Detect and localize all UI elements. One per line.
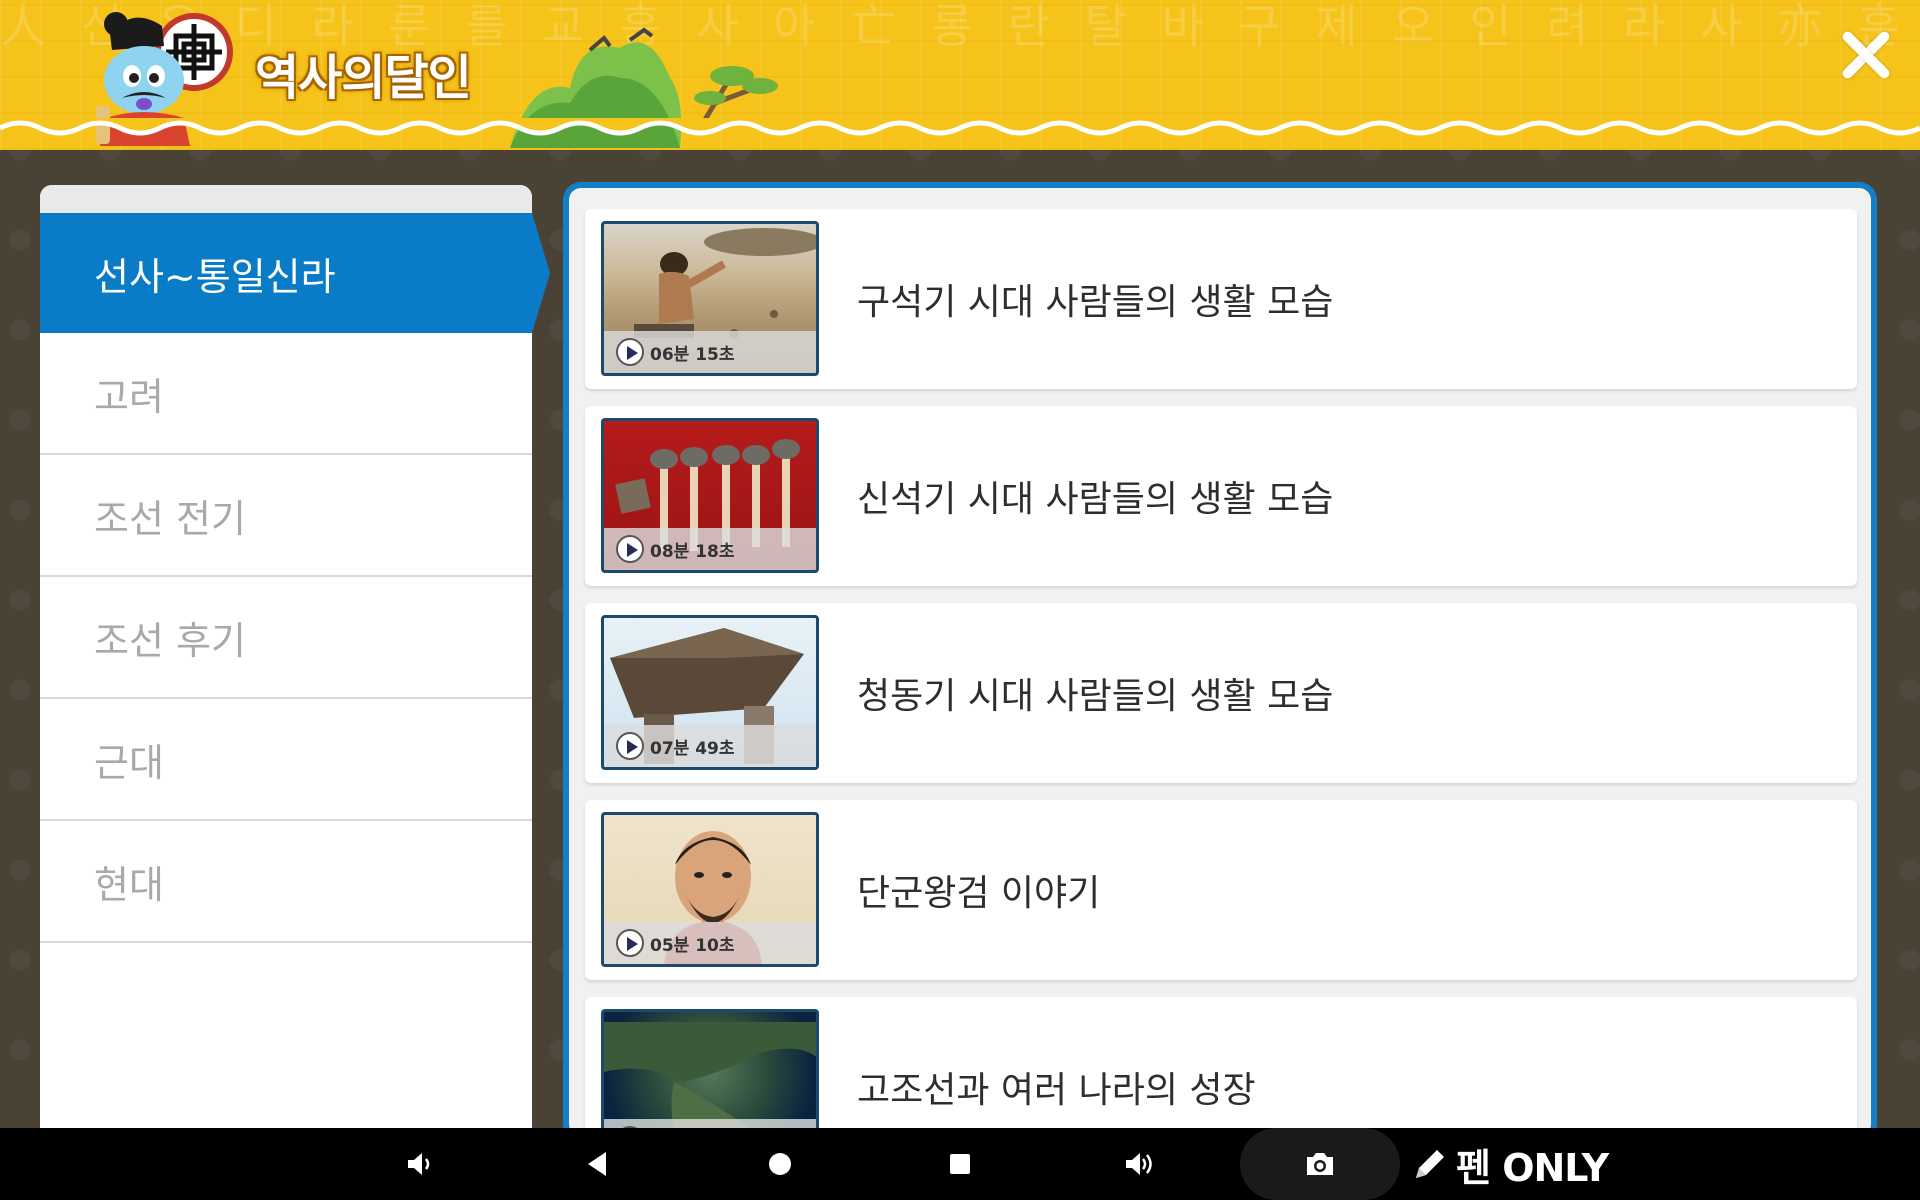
duration-bar: 05분 10초 <box>604 922 816 964</box>
pen-icon <box>1416 1150 1444 1178</box>
video-item[interactable]: 06분 15초 구석기 시대 사람들의 생활 모습 <box>585 209 1857 389</box>
system-navigation-bar: 펜 ONLY <box>0 1128 1920 1200</box>
era-sidebar: 선사~통일신라 고려 조선 전기 조선 후기 근대 현대 <box>40 185 550 1130</box>
video-duration: 05분 10초 <box>650 935 735 956</box>
duration-bar: 07분 49초 <box>604 725 816 767</box>
video-title: 청동기 시대 사람들의 생활 모습 <box>857 676 1334 717</box>
play-icon <box>616 535 644 563</box>
pen-only-toggle[interactable]: 펜 ONLY <box>1410 1140 1609 1190</box>
video-title: 단군왕검 이야기 <box>857 873 1101 914</box>
video-list: 06분 15초 구석기 시대 사람들의 생활 모습 08분 18초 신석기 시대… <box>563 182 1877 1142</box>
video-title: 구석기 시대 사람들의 생활 모습 <box>857 282 1334 323</box>
home-icon[interactable] <box>762 1146 798 1182</box>
video-item[interactable]: 08분 18초 신석기 시대 사람들의 생활 모습 <box>585 406 1857 586</box>
video-thumbnail <box>601 1009 819 1136</box>
sidebar-item-early-joseon[interactable]: 조선 전기 <box>40 455 532 577</box>
play-icon <box>616 338 644 366</box>
sidebar-item-goryeo[interactable]: 고려 <box>40 333 532 455</box>
video-thumbnail: 06분 15초 <box>601 221 819 376</box>
duration-bar: 08분 18초 <box>604 528 816 570</box>
sidebar-top-strip <box>40 185 532 213</box>
sidebar-item-contemporary[interactable]: 현대 <box>40 821 532 943</box>
close-button[interactable] <box>1838 28 1892 82</box>
sidebar-item-modern[interactable]: 근대 <box>40 699 532 821</box>
duration-bar: 06분 15초 <box>604 331 816 373</box>
play-icon <box>616 929 644 957</box>
header-wave-edge <box>0 118 1920 136</box>
video-thumbnail: 05분 10초 <box>601 812 819 967</box>
video-item[interactable]: 고조선과 여러 나라의 성장 <box>585 997 1857 1136</box>
screenshot-button[interactable] <box>1240 1128 1400 1200</box>
back-icon[interactable] <box>580 1146 616 1182</box>
sidebar-item-prehistoric-unified-silla[interactable]: 선사~통일신라 <box>40 213 550 333</box>
camera-icon <box>1307 1153 1333 1175</box>
video-thumbnail: 08분 18초 <box>601 418 819 573</box>
app-title: 역사의달인 <box>255 50 472 106</box>
recents-icon[interactable] <box>942 1146 978 1182</box>
video-title: 고조선과 여러 나라의 성장 <box>857 1070 1256 1111</box>
video-title: 신석기 시대 사람들의 생활 모습 <box>857 479 1334 520</box>
video-duration: 08분 18초 <box>650 541 735 562</box>
sidebar-item-late-joseon[interactable]: 조선 후기 <box>40 577 532 699</box>
play-icon <box>616 732 644 760</box>
video-item[interactable]: 05분 10초 단군왕검 이야기 <box>585 800 1857 980</box>
pen-only-label: 펜 ONLY <box>1456 1145 1609 1190</box>
video-duration: 07분 49초 <box>650 738 735 759</box>
video-item[interactable]: 07분 49초 청동기 시대 사람들의 생활 모습 <box>585 603 1857 783</box>
volume-down-icon[interactable] <box>402 1146 438 1182</box>
volume-up-icon[interactable] <box>1122 1146 1158 1182</box>
video-duration: 06분 15초 <box>650 344 735 365</box>
video-thumbnail: 07분 49초 <box>601 615 819 770</box>
